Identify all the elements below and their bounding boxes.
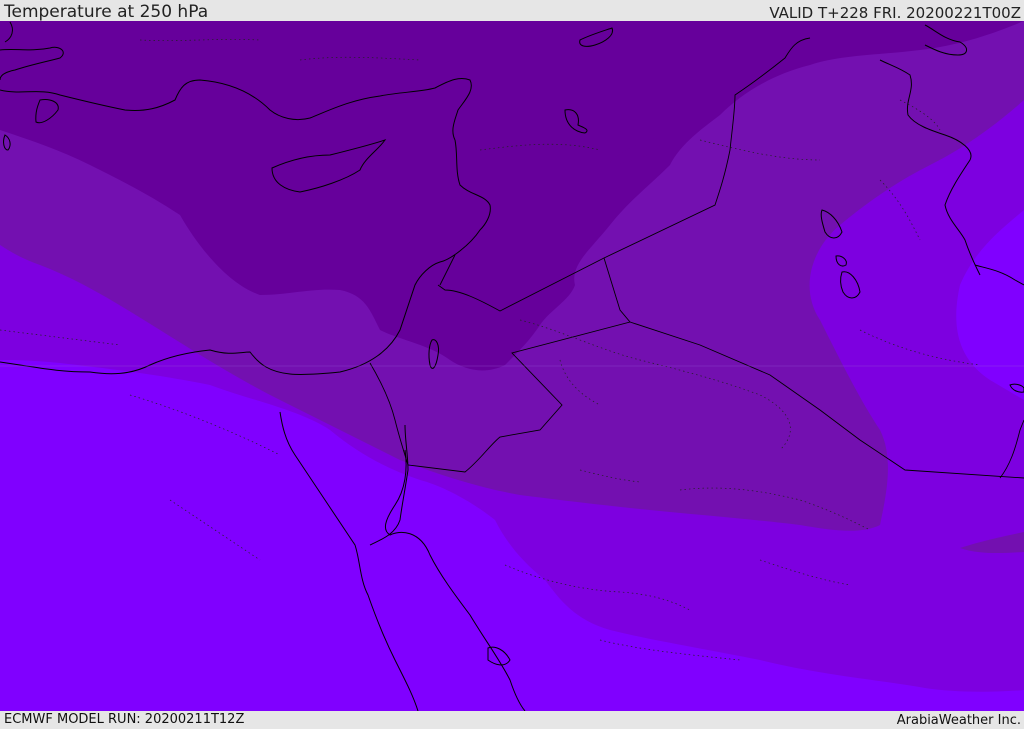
credit-label: ArabiaWeather Inc. (896, 713, 1021, 728)
header-bar: Temperature at 250 hPa VALID T+228 FRI. … (0, 0, 1024, 22)
map-canvas (0, 21, 1024, 711)
footer-bar: ECMWF MODEL RUN: 20200211T12Z ArabiaWeat… (0, 711, 1024, 729)
temperature-map[interactable] (0, 21, 1024, 711)
map-title: Temperature at 250 hPa (4, 2, 209, 22)
valid-time: VALID T+228 FRI. 20200221T00Z (769, 4, 1021, 22)
model-run-label: ECMWF MODEL RUN: 20200211T12Z (4, 712, 245, 727)
